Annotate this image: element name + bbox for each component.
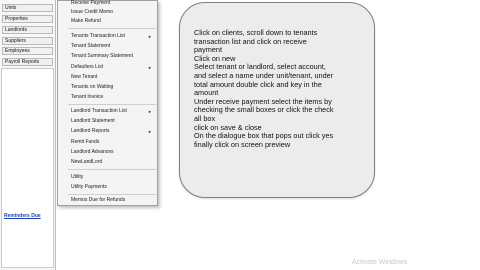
menu-item-tenant-invoice[interactable]: Tenant Invoice <box>59 93 157 102</box>
menu-item-tenants-on-waiting[interactable]: Tenants on Waiting <box>59 83 157 92</box>
sidebar-nav: Units Properties Landlords Suppliers Emp… <box>0 0 56 270</box>
menu-separator <box>68 28 156 29</box>
submenu-arrow-icon: ► <box>148 65 152 70</box>
menu-item-landlord-reports[interactable]: Landlord Reports ► <box>59 127 157 136</box>
menu-item-label: Make Refund <box>71 18 101 24</box>
menu-separator <box>68 104 156 105</box>
menu-item-label: Receive Payment <box>71 0 111 6</box>
menu-item-label: Landlord Transaction List <box>71 108 127 114</box>
menu-item-label: NewLandLord <box>71 159 103 165</box>
menu-item-issue-credit-memo[interactable]: Issue Credit Memo <box>59 8 157 17</box>
menu-item-landlord-transaction-list[interactable]: Landlord Transaction List ► <box>59 107 157 116</box>
menu-item-label: Memos Due for Refunds <box>71 197 126 203</box>
clients-dropdown-menu: Receive Payment Issue Credit Memo Make R… <box>57 0 158 206</box>
menu-item-landlord-advances[interactable]: Landlord Advances <box>59 148 157 157</box>
menu-item-utility[interactable]: Utility <box>59 173 157 182</box>
submenu-arrow-icon: ► <box>148 34 152 39</box>
submenu-arrow-icon: ► <box>148 129 152 134</box>
menu-item-label: Utility Payments <box>71 184 107 190</box>
menu-item-utility-payments[interactable]: Utility Payments <box>59 183 157 192</box>
sidebar-item-employees[interactable]: Employees <box>2 47 53 55</box>
menu-item-tenant-summary-statement[interactable]: Tenant Summary Statement <box>59 52 157 61</box>
menu-item-label: Landlord Statement <box>71 118 115 124</box>
menu-item-label: Tenant Summary Statement <box>71 53 133 59</box>
menu-item-label: Tenant Statement <box>71 43 111 49</box>
sidebar-item-suppliers[interactable]: Suppliers <box>2 37 53 45</box>
sidebar-panel <box>1 68 54 268</box>
menu-item-label: Utility <box>71 174 84 180</box>
menu-item-remit-funds[interactable]: Remit Funds <box>59 138 157 147</box>
menu-item-label: Defaulters List <box>71 64 103 70</box>
menu-item-new-landlord[interactable]: NewLandLord <box>59 158 157 167</box>
menu-item-memos-due-for-refunds[interactable]: Memos Due for Refunds <box>59 196 157 205</box>
menu-item-landlord-statement[interactable]: Landlord Statement <box>59 117 157 126</box>
menu-separator <box>68 169 156 170</box>
menu-item-tenants-transaction-list[interactable]: Tenants Transaction List ► <box>59 32 157 41</box>
activate-windows-watermark: Activate Windows <box>352 259 408 266</box>
menu-item-label: New Tenant <box>71 74 98 80</box>
instruction-text: Click on clients, scroll down to tenants… <box>194 28 334 149</box>
menu-item-tenant-statement[interactable]: Tenant Statement <box>59 42 157 51</box>
menu-item-receive-payment[interactable]: Receive Payment <box>59 0 157 8</box>
menu-item-new-tenant[interactable]: New Tenant <box>59 73 157 82</box>
sidebar-item-landlords[interactable]: Landlords <box>2 26 53 34</box>
menu-item-label: Tenants Transaction List <box>71 33 125 39</box>
menu-item-defaulters-list[interactable]: Defaulters List ► <box>59 63 157 72</box>
menu-item-label: Tenants on Waiting <box>71 84 114 90</box>
menu-item-label: Issue Credit Memo <box>71 9 113 15</box>
sidebar-item-payroll-reports[interactable]: Payroll Reports <box>2 58 53 66</box>
instruction-callout: Click on clients, scroll down to tenants… <box>179 2 375 198</box>
menu-item-label: Landlord Advances <box>71 149 114 155</box>
menu-item-make-refund[interactable]: Make Refund <box>59 17 157 26</box>
menu-separator <box>68 194 156 195</box>
submenu-arrow-icon: ► <box>148 109 152 114</box>
sidebar-item-units[interactable]: Units <box>2 4 53 12</box>
reminders-due-link[interactable]: Reminders Due <box>4 213 41 219</box>
menu-item-label: Remit Funds <box>71 139 100 145</box>
menu-item-label: Tenant Invoice <box>71 94 104 100</box>
sidebar-item-properties[interactable]: Properties <box>2 15 53 23</box>
menu-item-label: Landlord Reports <box>71 128 110 134</box>
